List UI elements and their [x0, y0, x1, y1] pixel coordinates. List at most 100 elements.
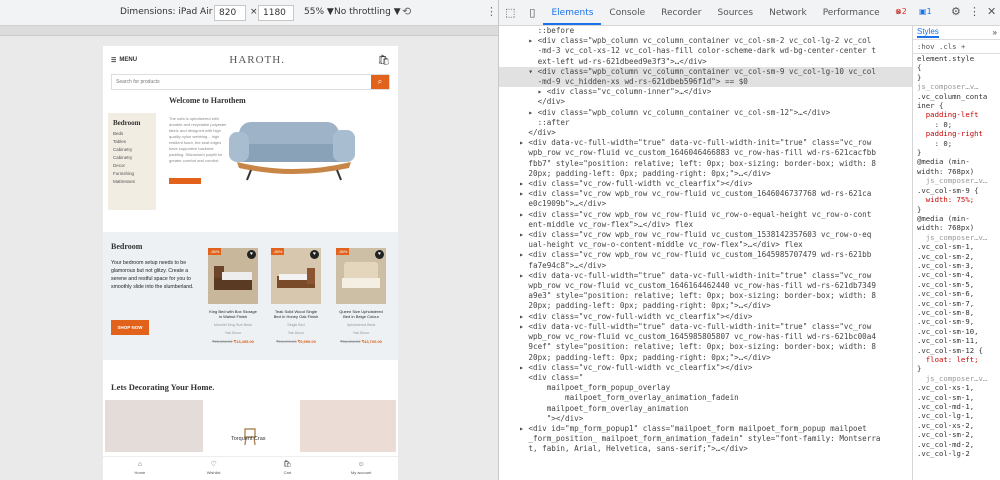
width-input[interactable]: 820 — [214, 5, 246, 21]
category-item[interactable]: Cabinetry — [113, 154, 151, 162]
search-button[interactable]: ⌕ — [371, 75, 389, 89]
tab-recorder[interactable]: Recorder — [653, 8, 709, 25]
more-options-icon[interactable]: ⋮ — [486, 5, 497, 18]
height-input[interactable]: 1180 — [258, 5, 294, 21]
dom-tree[interactable]: ::before ▸ <div class="wpb_column vc_col… — [499, 26, 912, 480]
info-badge[interactable]: ▣1 — [919, 7, 932, 16]
dom-line[interactable]: ▸ <div class="vc_row-full-width vc_clear… — [499, 312, 912, 322]
decor-item-label[interactable]: Torquent Cras — [231, 436, 266, 442]
dom-line[interactable]: ▸ <div data-vc-full-width="true" data-vc… — [499, 322, 912, 332]
style-rules[interactable]: element.style{} js_composer…v… .vc_column_… — [913, 54, 1000, 458]
dom-line[interactable]: "></div> — [499, 414, 912, 424]
product-image[interactable]: -36% ♥ — [271, 248, 321, 304]
dom-line[interactable]: fa7e94c8">…</div> — [499, 261, 912, 271]
dom-line[interactable]: <div class=" — [499, 373, 912, 383]
decor-image[interactable] — [105, 400, 203, 452]
shop-now-button[interactable]: SHOP NOW — [111, 320, 149, 335]
product-name[interactable]: King Bed with Box Storage in Walnut Fini… — [208, 309, 258, 319]
dom-line[interactable]: 20px; padding-left: 0px; padding-right: … — [499, 169, 912, 179]
nav-cart[interactable]: 🛍 Cart — [251, 457, 325, 480]
dom-line[interactable]: 9cef" style="position: relative; left: 0… — [499, 342, 912, 352]
error-badge[interactable]: ⊗2 — [895, 7, 907, 16]
dom-line[interactable]: ▸ <div class="vc_column-inner">…</div> — [499, 87, 912, 97]
dom-line[interactable]: ▸ <div class="wpb_column vc_column_conta… — [499, 36, 912, 46]
dom-line[interactable]: ::after — [499, 118, 912, 128]
dom-line[interactable]: ▸ <div class="wpb_column vc_column_conta… — [499, 108, 912, 118]
dom-line[interactable]: 20px; padding-left: 0px; padding-right: … — [499, 301, 912, 311]
dom-line[interactable]: 20px; padding-left: 0px; padding-right: … — [499, 353, 912, 363]
more-panes-icon[interactable]: » — [993, 28, 997, 37]
tab-network[interactable]: Network — [761, 8, 815, 25]
dom-line[interactable]: ▸ <div class="vc_row-full-width vc_clear… — [499, 363, 912, 373]
dom-line[interactable]: ▸ <div class="vc_row wpb_row vc_row-flui… — [499, 250, 912, 260]
hero-button[interactable] — [169, 178, 201, 184]
dom-line[interactable]: ▸ <div class="vc_row-full-width vc_clear… — [499, 179, 912, 189]
dom-line[interactable]: t, fabin, Arial, Helvetica, sans-serif;"… — [499, 444, 912, 454]
dom-line[interactable]: ▸ <div class="vc_row wpb_row vc_row-flui… — [499, 230, 912, 240]
dom-line[interactable]: ::before — [499, 26, 912, 36]
product-image[interactable]: -36% ♥ — [336, 248, 386, 304]
device-dimensions-dropdown[interactable]: Dimensions: iPad Air ▼ — [120, 7, 222, 17]
dom-line[interactable]: ual-height vc_row-o-content-middle vc_ro… — [499, 240, 912, 250]
category-item[interactable]: Mattresses — [113, 178, 151, 186]
zoom-dropdown[interactable]: 55% ▼ — [304, 7, 334, 17]
tab-sources[interactable]: Sources — [710, 8, 762, 25]
product-name[interactable]: Teak Solid Wood Single Bed In Honey Oak … — [271, 309, 321, 319]
dom-line[interactable]: ▸ <div class="vc_row wpb_row vc_row-flui… — [499, 189, 912, 199]
search-input[interactable]: Search for products — [112, 75, 371, 89]
product-card[interactable]: -36% ♥ Teak Solid Wood Single Bed In Hon… — [271, 248, 321, 348]
dom-line[interactable]: -md-9 vc_hidden-xs wd-rs-621dbeb596f1d">… — [499, 77, 912, 88]
decor-image[interactable] — [300, 400, 396, 452]
category-item[interactable]: Decor — [113, 162, 151, 170]
dom-line[interactable]: mailpoet_form_overlay_animation — [499, 404, 912, 414]
nav-account[interactable]: ☺ My account — [324, 457, 398, 480]
product-name[interactable]: Queen Size Upholstered Bed In Beige Colo… — [336, 309, 386, 319]
dom-line[interactable]: ▸ <div data-vc-full-width="true" data-vc… — [499, 271, 912, 281]
heart-icon: ♡ — [210, 461, 217, 468]
dom-line[interactable]: </div> — [499, 97, 912, 107]
product-image[interactable]: -36% ♥ — [208, 248, 258, 304]
product-card[interactable]: -36% ♥ Queen Size Upholstered Bed In Bei… — [336, 248, 386, 348]
dom-line[interactable]: fbb7" style="position: relative; left: 0… — [499, 159, 912, 169]
add-rule-icon[interactable]: + — [961, 42, 965, 51]
gear-icon[interactable]: ⚙ — [951, 5, 961, 18]
tab-performance[interactable]: Performance — [815, 8, 888, 25]
dom-line[interactable]: ▸ <div id="mp_form_popup1" class="mailpo… — [499, 424, 912, 434]
category-item[interactable]: Cabinetry — [113, 146, 151, 154]
cart-icon[interactable]: 🛍 — [377, 55, 390, 66]
dom-line[interactable]: ▸ <div class="vc_row wpb_row vc_row-flui… — [499, 210, 912, 220]
dom-line[interactable]: ▸ <div data-vc-full-width="true" data-vc… — [499, 138, 912, 148]
dom-line[interactable]: wpb_row vc_row-fluid vc_custom_164598580… — [499, 332, 912, 342]
category-item[interactable]: Beds — [113, 130, 151, 138]
media-query-ruler[interactable] — [0, 26, 498, 36]
device-toggle-icon[interactable]: ▯ — [521, 6, 543, 25]
dom-line[interactable]: mailpoet_form_overlay_animation_fadein — [499, 393, 912, 403]
dom-line[interactable]: </div> — [499, 128, 912, 138]
nav-home[interactable]: ⌂ Home — [103, 457, 177, 480]
dom-line[interactable]: a9e3" style="position: relative; left: 0… — [499, 291, 912, 301]
rotate-icon[interactable]: ⟲ — [402, 5, 411, 18]
category-item[interactable]: Furnishing — [113, 170, 151, 178]
dom-line[interactable]: ▾ <div class="wpb_column vc_column_conta… — [499, 66, 912, 78]
site-logo[interactable]: HAROTH. — [229, 54, 285, 66]
tab-elements[interactable]: Elements — [543, 8, 602, 25]
menu-button[interactable]: ☰ MENU — [111, 57, 137, 64]
tab-console[interactable]: Console — [601, 8, 653, 25]
dom-line[interactable]: ext-left wd-rs-621dbeed9e3f3">…</div> — [499, 57, 912, 67]
dom-line[interactable]: wpb_row vc_row-fluid vc_custom_164604646… — [499, 148, 912, 158]
dom-line[interactable]: -md-3 vc_col-xs-12 vc_col-has-fill color… — [499, 46, 912, 56]
dom-line[interactable]: mailpoet_form_popup_overlay — [499, 383, 912, 393]
close-icon[interactable]: ✕ — [987, 5, 996, 18]
dom-line[interactable]: _form_position_ mailpoet_form_animation_… — [499, 434, 912, 444]
more-options-icon[interactable]: ⋮ — [969, 5, 980, 18]
inspect-icon[interactable]: ⬚ — [499, 6, 521, 25]
category-item[interactable]: Tables — [113, 138, 151, 146]
dom-line[interactable]: wpb_row vc_row-fluid vc_custom_164616446… — [499, 281, 912, 291]
styles-filter[interactable]: :hov .cls + — [913, 40, 1000, 54]
tab-styles[interactable]: Styles — [917, 27, 939, 39]
dom-line[interactable]: ent-middle vc_row-flex">…</div> flex — [499, 220, 912, 230]
product-card[interactable]: -36% ♥ King Bed with Box Storage in Waln… — [208, 248, 258, 348]
dom-line[interactable]: e0c1909b">…</div> — [499, 199, 912, 209]
throttling-dropdown[interactable]: No throttling ▼ — [334, 7, 401, 17]
nav-wishlist[interactable]: ♡ Wishlist — [177, 457, 251, 480]
